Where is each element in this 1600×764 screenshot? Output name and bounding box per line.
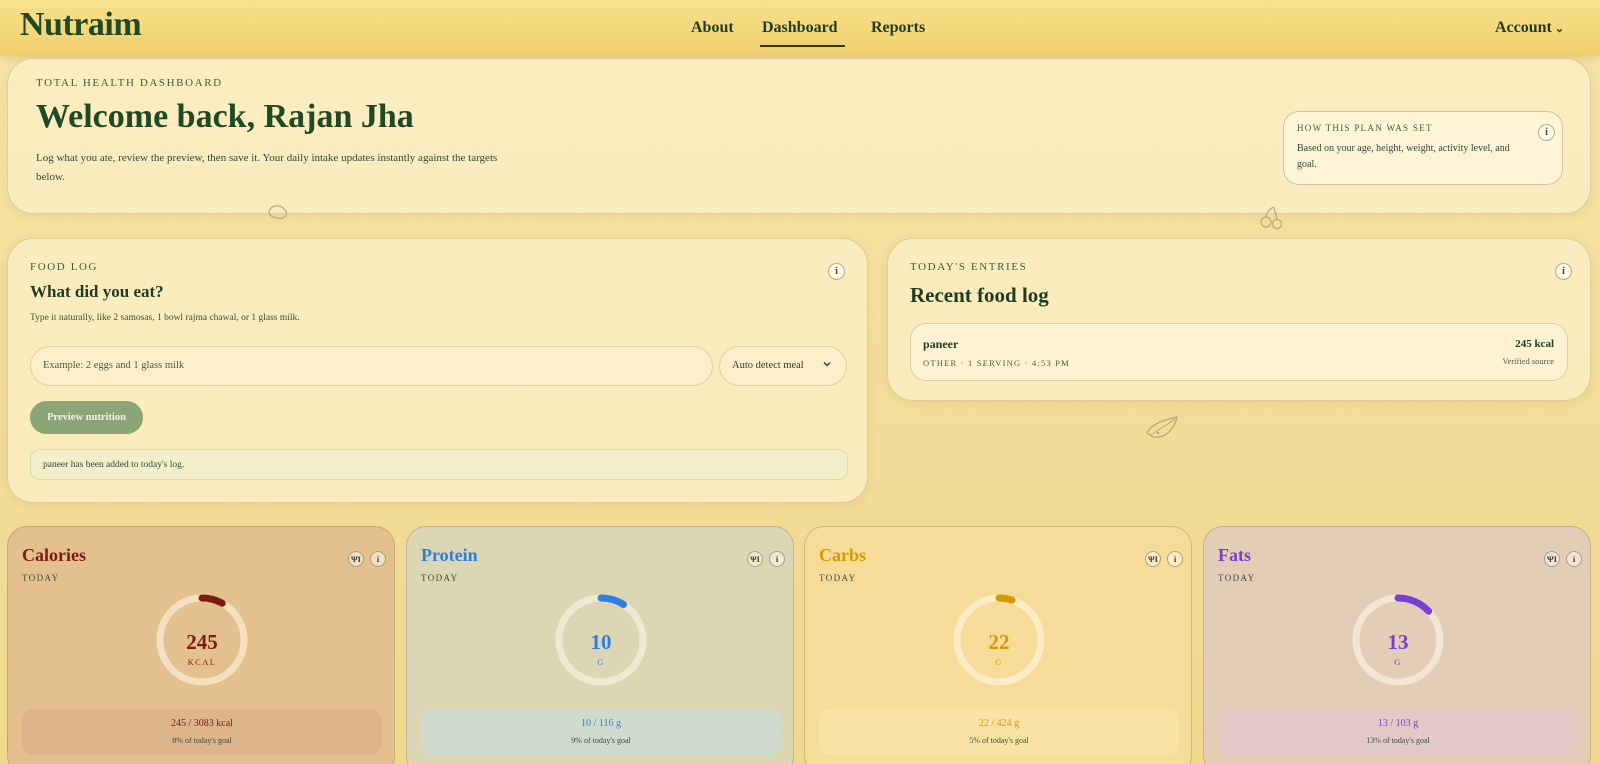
food-log-hint: Type it naturally, like 2 samosas, 1 bow… bbox=[30, 313, 300, 323]
macro-unit: G bbox=[995, 657, 1003, 667]
macro-ratio: 245 / 3083 kcal bbox=[171, 718, 233, 729]
macro-ratio: 13 / 103 g bbox=[1377, 718, 1419, 729]
nav-active-indicator bbox=[760, 45, 845, 47]
list-item[interactable]: paneer OTHER · 1 SERVING · 4:53 PM 245 k… bbox=[910, 323, 1568, 381]
fork-knife-icon[interactable]: ΨΙ bbox=[747, 551, 763, 567]
preview-nutrition-button[interactable]: Preview nutrition bbox=[30, 401, 143, 434]
plan-info-box: HOW THIS PLAN WAS SET Based on your age,… bbox=[1283, 111, 1563, 185]
macro-period: TODAY bbox=[421, 573, 459, 583]
food-log-card: FOOD LOG What did you eat? Type it natur… bbox=[7, 238, 868, 503]
info-icon[interactable]: i bbox=[1566, 551, 1582, 567]
entries-card: TODAY'S ENTRIES Recent food log i paneer… bbox=[887, 238, 1591, 401]
macro-unit: KCAL bbox=[187, 657, 217, 667]
entry-kcal: 245 kcal bbox=[1515, 338, 1554, 350]
macro-percent: 5% of today's goal bbox=[969, 736, 1029, 745]
plan-eyebrow: HOW THIS PLAN WAS SET bbox=[1297, 123, 1433, 133]
nav-dashboard[interactable]: Dashboard bbox=[762, 19, 838, 37]
fork-knife-icon[interactable]: ΨΙ bbox=[1145, 551, 1161, 567]
macro-footer: 10 / 116 g 9% of today's goal bbox=[421, 709, 781, 755]
food-log-eyebrow: FOOD LOG bbox=[30, 261, 99, 273]
hero-eyebrow: TOTAL HEALTH DASHBOARD bbox=[36, 77, 223, 89]
macro-ratio: 10 / 116 g bbox=[581, 718, 621, 729]
food-log-title: What did you eat? bbox=[30, 282, 164, 301]
macro-value: 10 bbox=[590, 630, 612, 654]
chevron-down-icon: ⌄ bbox=[1554, 23, 1565, 35]
entry-name: paneer bbox=[923, 337, 959, 351]
nav-reports[interactable]: Reports bbox=[871, 19, 925, 37]
info-icon[interactable]: i bbox=[370, 551, 386, 567]
info-icon[interactable]: i bbox=[1555, 263, 1572, 280]
nav-about[interactable]: About bbox=[691, 19, 734, 37]
macro-percent: 13% of today's goal bbox=[1366, 736, 1430, 745]
entries-eyebrow: TODAY'S ENTRIES bbox=[910, 261, 1028, 273]
status-toast: paneer has been added to today's log. bbox=[30, 449, 848, 480]
macro-value: 22 bbox=[988, 630, 1010, 654]
meal-select-value: Auto detect meal bbox=[732, 360, 804, 371]
macro-percent: 8% of today's goal bbox=[172, 736, 232, 745]
entries-title: Recent food log bbox=[910, 283, 1049, 307]
doodle-icon bbox=[268, 205, 288, 219]
hero-description: Log what you ate, review the preview, th… bbox=[36, 152, 498, 183]
macro-title: Calories bbox=[22, 545, 86, 565]
info-icon[interactable]: i bbox=[1167, 551, 1183, 567]
macro-footer: 13 / 103 g 13% of today's goal bbox=[1218, 709, 1578, 755]
info-icon[interactable]: i bbox=[1538, 124, 1555, 141]
macro-period: TODAY bbox=[819, 573, 857, 583]
macro-title: Carbs bbox=[819, 545, 867, 565]
top-navbar: Nutraim About Dashboard Reports Account ⌄ bbox=[0, 0, 1600, 56]
entry-source: Verified source bbox=[1502, 356, 1554, 366]
chevron-down-icon bbox=[823, 361, 831, 367]
cherries-doodle-icon bbox=[1260, 206, 1283, 230]
macro-footer: 245 / 3083 kcal 8% of today's goal bbox=[22, 709, 382, 755]
macro-period: TODAY bbox=[1218, 573, 1256, 583]
entry-meta: OTHER · 1 SERVING · 4:53 PM bbox=[923, 358, 1070, 368]
info-icon[interactable]: i bbox=[828, 263, 845, 280]
brand-logo[interactable]: Nutraim bbox=[20, 6, 142, 44]
fats-card: Fats TODAY ΨΙ i 13 G 13 / 103 g 13% of t… bbox=[1203, 526, 1591, 764]
hero-card: TOTAL HEALTH DASHBOARD Welcome back, Raj… bbox=[7, 58, 1591, 214]
leaf-doodle-icon bbox=[1146, 416, 1178, 438]
macro-value: 245 bbox=[186, 630, 218, 654]
fork-knife-icon[interactable]: ΨΙ bbox=[348, 551, 364, 567]
macro-period: TODAY bbox=[22, 573, 60, 583]
macro-value: 13 bbox=[1387, 630, 1409, 654]
page-title: Welcome back, Rajan Jha bbox=[36, 98, 414, 135]
info-icon[interactable]: i bbox=[769, 551, 785, 567]
account-menu[interactable]: Account ⌄ bbox=[1495, 19, 1564, 37]
account-label: Account bbox=[1495, 19, 1552, 36]
macro-footer: 22 / 424 g 5% of today's goal bbox=[819, 709, 1179, 755]
macro-ratio: 22 / 424 g bbox=[978, 718, 1020, 729]
macro-title: Fats bbox=[1218, 545, 1251, 565]
meal-select[interactable]: Auto detect meal bbox=[719, 346, 847, 386]
carbs-card: Carbs TODAY ΨΙ i 22 G 22 / 424 g 5% of t… bbox=[804, 526, 1192, 764]
plan-text: Based on your age, height, weight, activ… bbox=[1297, 143, 1510, 170]
macro-title: Protein bbox=[421, 545, 478, 565]
calories-card: Calories TODAY ΨΙ i 245 KCAL 245 / 3083 … bbox=[7, 526, 395, 764]
food-input[interactable]: Example: 2 eggs and 1 glass milk bbox=[30, 346, 713, 386]
macro-unit: G bbox=[597, 657, 605, 667]
macro-unit: G bbox=[1394, 657, 1402, 667]
macro-percent: 9% of today's goal bbox=[571, 736, 631, 745]
fork-knife-icon[interactable]: ΨΙ bbox=[1544, 551, 1560, 567]
protein-card: Protein TODAY ΨΙ i 10 G 10 / 116 g 9% of… bbox=[406, 526, 794, 764]
